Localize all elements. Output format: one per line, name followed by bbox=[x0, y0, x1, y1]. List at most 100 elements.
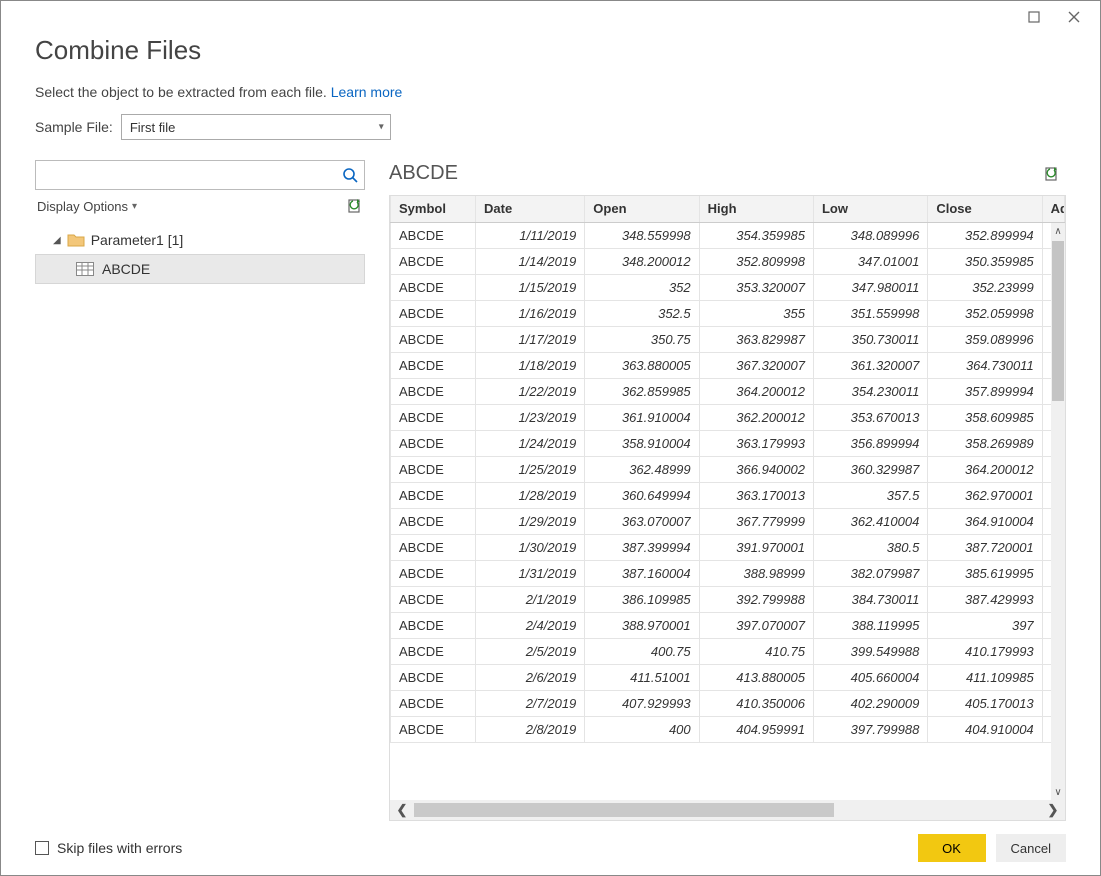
table-cell: 410.75 bbox=[699, 638, 813, 664]
horizontal-scroll-thumb[interactable] bbox=[414, 803, 834, 817]
table-row[interactable]: ABCDE1/25/2019362.48999366.940002360.329… bbox=[391, 456, 1065, 482]
column-header[interactable]: Close bbox=[928, 196, 1042, 222]
search-input[interactable] bbox=[42, 167, 342, 184]
table-row[interactable]: ABCDE1/16/2019352.5355351.559998352.0599… bbox=[391, 300, 1065, 326]
table-cell: 352.23999 bbox=[928, 274, 1042, 300]
main-split: Display Options ▾ ◢ Parameter1 [1] bbox=[35, 160, 1066, 821]
cancel-button[interactable]: Cancel bbox=[996, 834, 1066, 862]
table-row[interactable]: ABCDE1/17/2019350.75363.829987350.730011… bbox=[391, 326, 1065, 352]
table-cell: 1/14/2019 bbox=[476, 248, 585, 274]
column-header[interactable]: Ad bbox=[1042, 196, 1064, 222]
navigator-tree: ◢ Parameter1 [1] ABCDE bbox=[35, 228, 365, 284]
column-header[interactable]: Low bbox=[813, 196, 927, 222]
minimize-button[interactable] bbox=[1014, 3, 1054, 31]
column-header[interactable]: Open bbox=[585, 196, 699, 222]
table-cell: 354.359985 bbox=[699, 222, 813, 248]
table-row[interactable]: ABCDE2/8/2019400404.959991397.799988404.… bbox=[391, 716, 1065, 742]
table-cell: 361.910004 bbox=[585, 404, 699, 430]
table-cell: 411.51001 bbox=[585, 664, 699, 690]
table-cell: 1/23/2019 bbox=[476, 404, 585, 430]
table-row[interactable]: ABCDE1/30/2019387.399994391.970001380.53… bbox=[391, 534, 1065, 560]
refresh-preview-icon[interactable] bbox=[1044, 166, 1060, 182]
skip-errors-label: Skip files with errors bbox=[57, 840, 182, 856]
table-row[interactable]: ABCDE1/31/2019387.160004388.98999382.079… bbox=[391, 560, 1065, 586]
subtitle-text: Select the object to be extracted from e… bbox=[35, 84, 331, 100]
table-row[interactable]: ABCDE2/7/2019407.929993410.350006402.290… bbox=[391, 690, 1065, 716]
column-header[interactable]: Symbol bbox=[391, 196, 476, 222]
scroll-right-arrow-icon[interactable]: ❯ bbox=[1041, 800, 1065, 820]
table-cell: 363.179993 bbox=[699, 430, 813, 456]
checkbox-icon bbox=[35, 841, 49, 855]
table-row[interactable]: ABCDE1/18/2019363.880005367.320007361.32… bbox=[391, 352, 1065, 378]
vertical-scroll-thumb[interactable] bbox=[1052, 241, 1064, 401]
search-icon bbox=[342, 167, 358, 183]
table-row[interactable]: ABCDE1/23/2019361.910004362.200012353.67… bbox=[391, 404, 1065, 430]
table-cell: 362.48999 bbox=[585, 456, 699, 482]
scroll-left-arrow-icon[interactable]: ❮ bbox=[390, 800, 414, 820]
horizontal-scroll-track[interactable] bbox=[414, 803, 1041, 817]
table-row[interactable]: ABCDE2/4/2019388.970001397.070007388.119… bbox=[391, 612, 1065, 638]
table-cell: ABCDE bbox=[391, 456, 476, 482]
table-cell: ABCDE bbox=[391, 690, 476, 716]
table-cell: 363.170013 bbox=[699, 482, 813, 508]
table-cell: 364.730011 bbox=[928, 352, 1042, 378]
skip-errors-checkbox[interactable]: Skip files with errors bbox=[35, 840, 182, 856]
table-cell: 400.75 bbox=[585, 638, 699, 664]
ok-button[interactable]: OK bbox=[918, 834, 986, 862]
table-cell: 362.410004 bbox=[813, 508, 927, 534]
table-cell: 348.200012 bbox=[585, 248, 699, 274]
table-cell: ABCDE bbox=[391, 508, 476, 534]
learn-more-link[interactable]: Learn more bbox=[331, 84, 403, 100]
table-row[interactable]: ABCDE1/28/2019360.649994363.170013357.53… bbox=[391, 482, 1065, 508]
scroll-down-arrow-icon[interactable]: ∨ bbox=[1051, 784, 1065, 800]
table-cell: 363.070007 bbox=[585, 508, 699, 534]
horizontal-scrollbar[interactable]: ❮ ❯ bbox=[390, 800, 1065, 820]
table-row[interactable]: ABCDE1/29/2019363.070007367.779999362.41… bbox=[391, 508, 1065, 534]
refresh-nav-icon[interactable] bbox=[347, 198, 363, 214]
table-cell: 384.730011 bbox=[813, 586, 927, 612]
table-cell: 356.899994 bbox=[813, 430, 927, 456]
table-cell: 387.399994 bbox=[585, 534, 699, 560]
vertical-scrollbar[interactable]: ∧ ∨ bbox=[1051, 223, 1065, 800]
close-button[interactable] bbox=[1054, 3, 1094, 31]
column-header[interactable]: Date bbox=[476, 196, 585, 222]
table-cell: 386.109985 bbox=[585, 586, 699, 612]
table-cell: 352.899994 bbox=[928, 222, 1042, 248]
scroll-up-arrow-icon[interactable]: ∧ bbox=[1051, 223, 1065, 239]
table-cell: 2/6/2019 bbox=[476, 664, 585, 690]
table-cell: 348.559998 bbox=[585, 222, 699, 248]
table-cell: 1/28/2019 bbox=[476, 482, 585, 508]
table-row[interactable]: ABCDE1/24/2019358.910004363.179993356.89… bbox=[391, 430, 1065, 456]
table-cell: ABCDE bbox=[391, 326, 476, 352]
table-cell: 351.559998 bbox=[813, 300, 927, 326]
table-cell: 350.730011 bbox=[813, 326, 927, 352]
table-cell: 410.350006 bbox=[699, 690, 813, 716]
table-row[interactable]: ABCDE1/22/2019362.859985364.200012354.23… bbox=[391, 378, 1065, 404]
tree-folder-parameter1[interactable]: ◢ Parameter1 [1] bbox=[35, 228, 365, 252]
table-cell: 405.170013 bbox=[928, 690, 1042, 716]
table-cell: 2/1/2019 bbox=[476, 586, 585, 612]
table-cell: 359.089996 bbox=[928, 326, 1042, 352]
table-row[interactable]: ABCDE1/11/2019348.559998354.359985348.08… bbox=[391, 222, 1065, 248]
table-cell: 387.720001 bbox=[928, 534, 1042, 560]
table-cell: 1/25/2019 bbox=[476, 456, 585, 482]
table-row[interactable]: ABCDE1/15/2019352353.320007347.980011352… bbox=[391, 274, 1065, 300]
tree-item-abcde[interactable]: ABCDE bbox=[35, 254, 365, 284]
display-options-dropdown[interactable]: Display Options ▾ bbox=[37, 199, 137, 214]
table-cell: 352.059998 bbox=[928, 300, 1042, 326]
sample-file-select[interactable]: First file ▾ bbox=[121, 114, 391, 140]
table-row[interactable]: ABCDE2/1/2019386.109985392.799988384.730… bbox=[391, 586, 1065, 612]
table-cell: 358.269989 bbox=[928, 430, 1042, 456]
chevron-down-icon: ◢ bbox=[53, 235, 61, 246]
table-row[interactable]: ABCDE1/14/2019348.200012352.809998347.01… bbox=[391, 248, 1065, 274]
table-row[interactable]: ABCDE2/5/2019400.75410.75399.549988410.1… bbox=[391, 638, 1065, 664]
column-header[interactable]: High bbox=[699, 196, 813, 222]
tree-folder-label: Parameter1 [1] bbox=[91, 232, 184, 248]
table-cell: 357.5 bbox=[813, 482, 927, 508]
table-cell: 1/17/2019 bbox=[476, 326, 585, 352]
tree-item-label: ABCDE bbox=[102, 261, 150, 277]
search-box[interactable] bbox=[35, 160, 365, 190]
table-cell: 413.880005 bbox=[699, 664, 813, 690]
table-cell: 1/15/2019 bbox=[476, 274, 585, 300]
table-row[interactable]: ABCDE2/6/2019411.51001413.880005405.6600… bbox=[391, 664, 1065, 690]
